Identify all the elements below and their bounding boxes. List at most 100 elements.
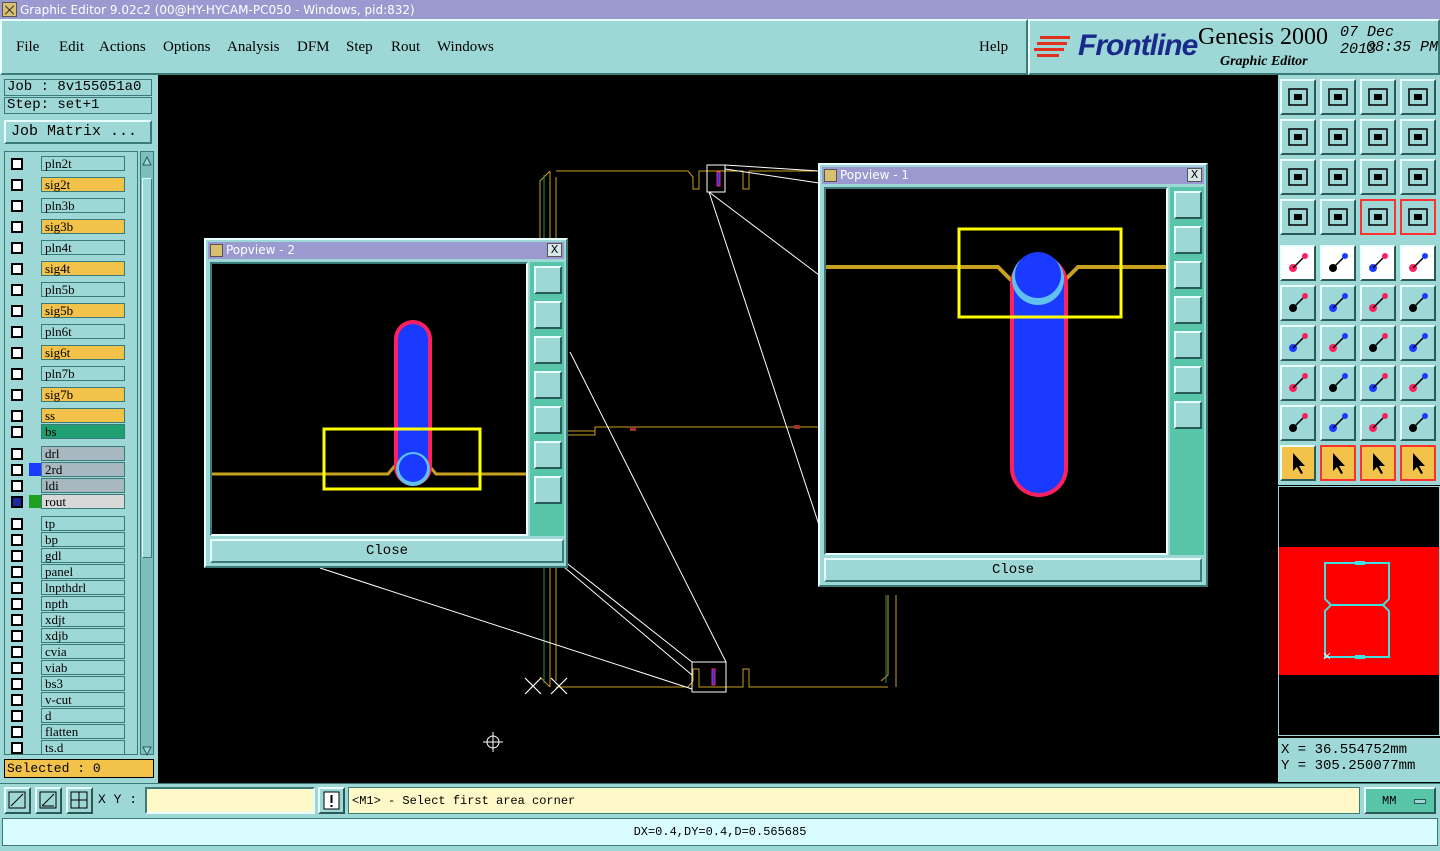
zoom-out-icon[interactable] <box>1174 401 1202 429</box>
circle-select-icon[interactable] <box>1400 245 1436 281</box>
layer-row-sig6t[interactable]: sig6t <box>7 345 127 360</box>
layer-checkbox[interactable] <box>11 550 23 562</box>
layer-row-tp[interactable]: tp <box>7 516 127 531</box>
measure-mode-icon[interactable] <box>35 787 62 814</box>
popview-2-close-icon[interactable]: X <box>547 243 562 257</box>
layer-row-d[interactable]: d <box>7 708 127 723</box>
layer-checkbox[interactable] <box>11 284 23 296</box>
layer-checkbox[interactable] <box>11 426 23 438</box>
layer-row-sig3b[interactable]: sig3b <box>7 219 127 234</box>
layer-checkbox[interactable] <box>11 221 23 233</box>
popview-1-close-button[interactable]: Close <box>824 558 1202 582</box>
layer-row-pln4t[interactable]: pln4t <box>7 240 127 255</box>
layer-row-rout[interactable]: rout <box>7 494 127 509</box>
layer-checkbox[interactable] <box>11 347 23 359</box>
menu-analysis[interactable]: Analysis <box>227 39 280 56</box>
window-titlebar[interactable]: Graphic Editor 9.02c2 (00@HY-HYCAM-PC050… <box>0 0 1440 19</box>
layer-checkbox[interactable] <box>11 726 23 738</box>
layer-row-gdl[interactable]: gdl <box>7 548 127 563</box>
pan-left-icon[interactable] <box>1174 296 1202 324</box>
layer-checkbox[interactable] <box>11 518 23 530</box>
popview-2-window[interactable]: Popview - 2 X Close <box>204 238 568 568</box>
help-icon[interactable] <box>1400 159 1436 195</box>
menu-rout[interactable]: Rout <box>391 39 420 56</box>
layer-row-pln2t[interactable]: pln2t <box>7 156 127 171</box>
layer-checkbox[interactable] <box>11 598 23 610</box>
home-view-icon[interactable] <box>1360 79 1396 115</box>
menu-step[interactable]: Step <box>346 39 373 56</box>
popview-1-close-icon[interactable]: X <box>1187 168 1202 182</box>
route-icon[interactable] <box>1400 445 1436 481</box>
arc-tool-icon[interactable] <box>1360 325 1396 361</box>
layer-checkbox[interactable] <box>11 710 23 722</box>
layer-row-flatten[interactable]: flatten <box>7 724 127 739</box>
select-area-icon[interactable] <box>1360 445 1396 481</box>
polygon-tool-icon[interactable] <box>1320 245 1356 281</box>
feature-add-icon[interactable] <box>1280 365 1316 401</box>
zoom-back-icon[interactable] <box>1320 79 1356 115</box>
layer-checkbox[interactable] <box>11 464 23 476</box>
layer-checkbox[interactable] <box>11 742 23 754</box>
angle-tool-icon[interactable] <box>1280 325 1316 361</box>
redraw-icon[interactable] <box>1360 119 1396 155</box>
text-tool-icon[interactable] <box>1400 325 1436 361</box>
layer-row-npth[interactable]: npth <box>7 596 127 611</box>
measure-s-icon[interactable] <box>1400 119 1436 155</box>
layer-checkbox[interactable] <box>11 662 23 674</box>
popview-1-titlebar[interactable]: Popview - 1 X <box>822 167 1204 184</box>
layer-checkbox[interactable] <box>11 448 23 460</box>
job-matrix-button[interactable]: Job Matrix ... <box>4 120 152 144</box>
layers-active-icon[interactable] <box>1400 199 1436 235</box>
zoom-home-icon[interactable] <box>1174 191 1202 219</box>
xy-input[interactable] <box>145 787 315 814</box>
scroll-thumb[interactable] <box>142 178 152 558</box>
pads-icon[interactable] <box>1400 365 1436 401</box>
layer-row-drl[interactable]: drl <box>7 446 127 461</box>
layer-row-sig2t[interactable]: sig2t <box>7 177 127 192</box>
popview-1-viewport[interactable] <box>824 187 1168 555</box>
layer-checkbox[interactable] <box>11 480 23 492</box>
center-view-icon[interactable] <box>1320 159 1356 195</box>
layer-row-pln6t[interactable]: pln6t <box>7 324 127 339</box>
popview-2-viewport[interactable] <box>210 262 528 536</box>
alert-icon[interactable] <box>318 787 345 814</box>
menu-dfm[interactable]: DFM <box>297 39 330 56</box>
popview-2-close-button[interactable]: Close <box>210 539 564 563</box>
pan-down-icon[interactable] <box>1174 261 1202 289</box>
pan-up-icon[interactable] <box>1174 226 1202 254</box>
zoom-out-icon[interactable] <box>534 476 562 504</box>
layer-row-cvia[interactable]: cvia <box>7 644 127 659</box>
pan-up-icon[interactable] <box>534 301 562 329</box>
scroll-down-icon[interactable] <box>142 743 152 757</box>
popview-2-titlebar[interactable]: Popview - 2 X <box>208 242 564 259</box>
layer-row-2rd[interactable]: 2rd <box>7 462 127 477</box>
layer-row-ss[interactable]: ss <box>7 408 127 423</box>
layer-checkbox[interactable] <box>11 566 23 578</box>
units-select[interactable]: MM <box>1364 787 1436 814</box>
outline-icon[interactable] <box>1360 405 1396 441</box>
layer-row-sig5b[interactable]: sig5b <box>7 303 127 318</box>
layer-checkbox[interactable] <box>11 614 23 626</box>
layer-checkbox[interactable] <box>11 646 23 658</box>
select-box-icon[interactable] <box>1320 445 1356 481</box>
move-icon[interactable] <box>1360 285 1396 321</box>
dimension-icon[interactable] <box>1360 365 1396 401</box>
grid-mode-icon[interactable] <box>66 787 93 814</box>
layer-row-ldi[interactable]: ldi <box>7 478 127 493</box>
shape-icon[interactable] <box>1400 405 1436 441</box>
layer-checkbox[interactable] <box>11 368 23 380</box>
layer-row-v-cut[interactable]: v-cut <box>7 692 127 707</box>
snap-mode-icon[interactable] <box>4 787 31 814</box>
layer-checkbox[interactable] <box>11 326 23 338</box>
copy-icon[interactable] <box>1400 285 1436 321</box>
menu-help[interactable]: Help <box>979 39 1008 56</box>
layer-checkbox[interactable] <box>11 630 23 642</box>
menu-edit[interactable]: Edit <box>59 39 84 56</box>
layer-checkbox[interactable] <box>11 410 23 422</box>
scale-1-2-icon[interactable] <box>1360 159 1396 195</box>
menu-options[interactable]: Options <box>163 39 211 56</box>
pad-tool-icon[interactable] <box>1280 245 1316 281</box>
snap-tool-icon[interactable] <box>1280 199 1316 235</box>
menu-windows[interactable]: Windows <box>437 39 494 56</box>
layer-checkbox[interactable] <box>11 242 23 254</box>
